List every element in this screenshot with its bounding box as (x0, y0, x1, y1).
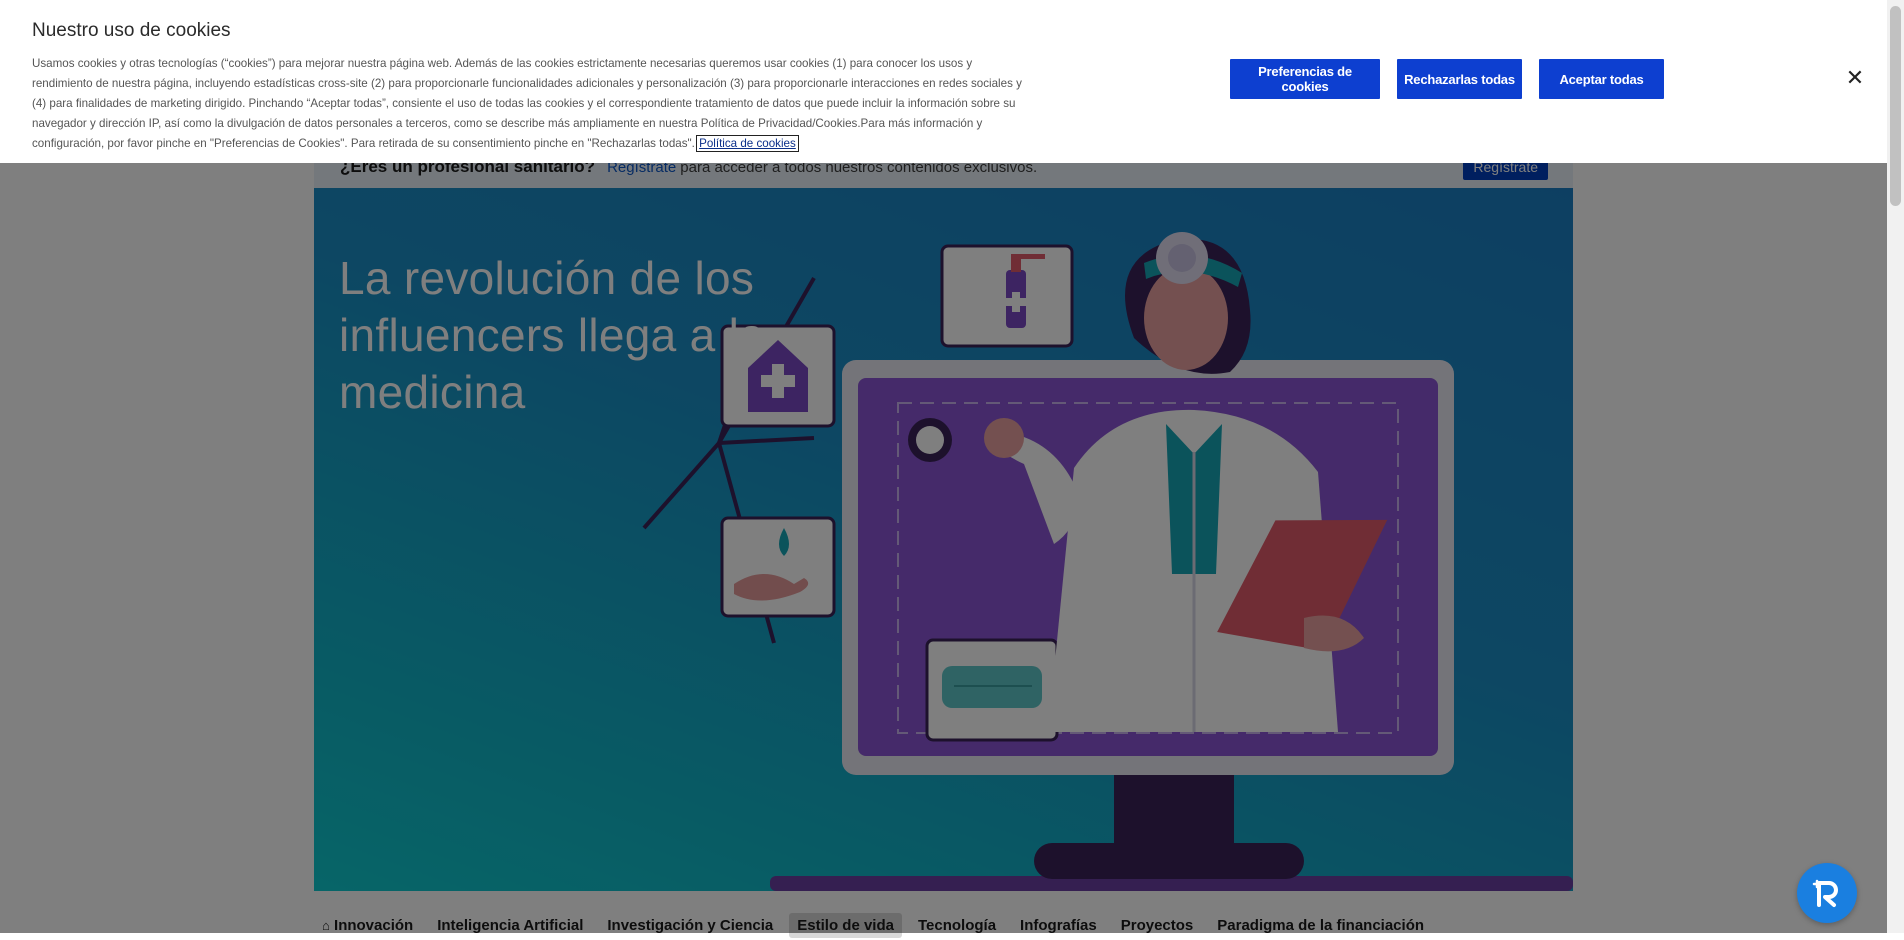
reject-all-button[interactable]: Rechazarlas todas (1397, 59, 1522, 99)
close-icon[interactable]: ✕ (1843, 66, 1867, 90)
cookie-policy-link[interactable]: Política de cookies (696, 135, 799, 152)
chat-assistant-button[interactable] (1797, 863, 1857, 923)
assistant-logo-icon (1812, 879, 1838, 907)
cookie-banner-text: Usamos cookies y otras tecnologías (“coo… (32, 54, 1022, 154)
scrollbar-thumb[interactable] (1890, 6, 1901, 206)
vertical-scrollbar[interactable] (1887, 0, 1904, 933)
accept-all-button[interactable]: Aceptar todas (1539, 59, 1664, 99)
cookie-preferences-button[interactable]: Preferencias de cookies (1230, 59, 1380, 99)
cookie-banner: Nuestro uso de cookies Usamos cookies y … (0, 0, 1887, 163)
cookie-description: Usamos cookies y otras tecnologías (“coo… (32, 57, 1022, 150)
cookie-banner-title: Nuestro uso de cookies (32, 20, 231, 41)
